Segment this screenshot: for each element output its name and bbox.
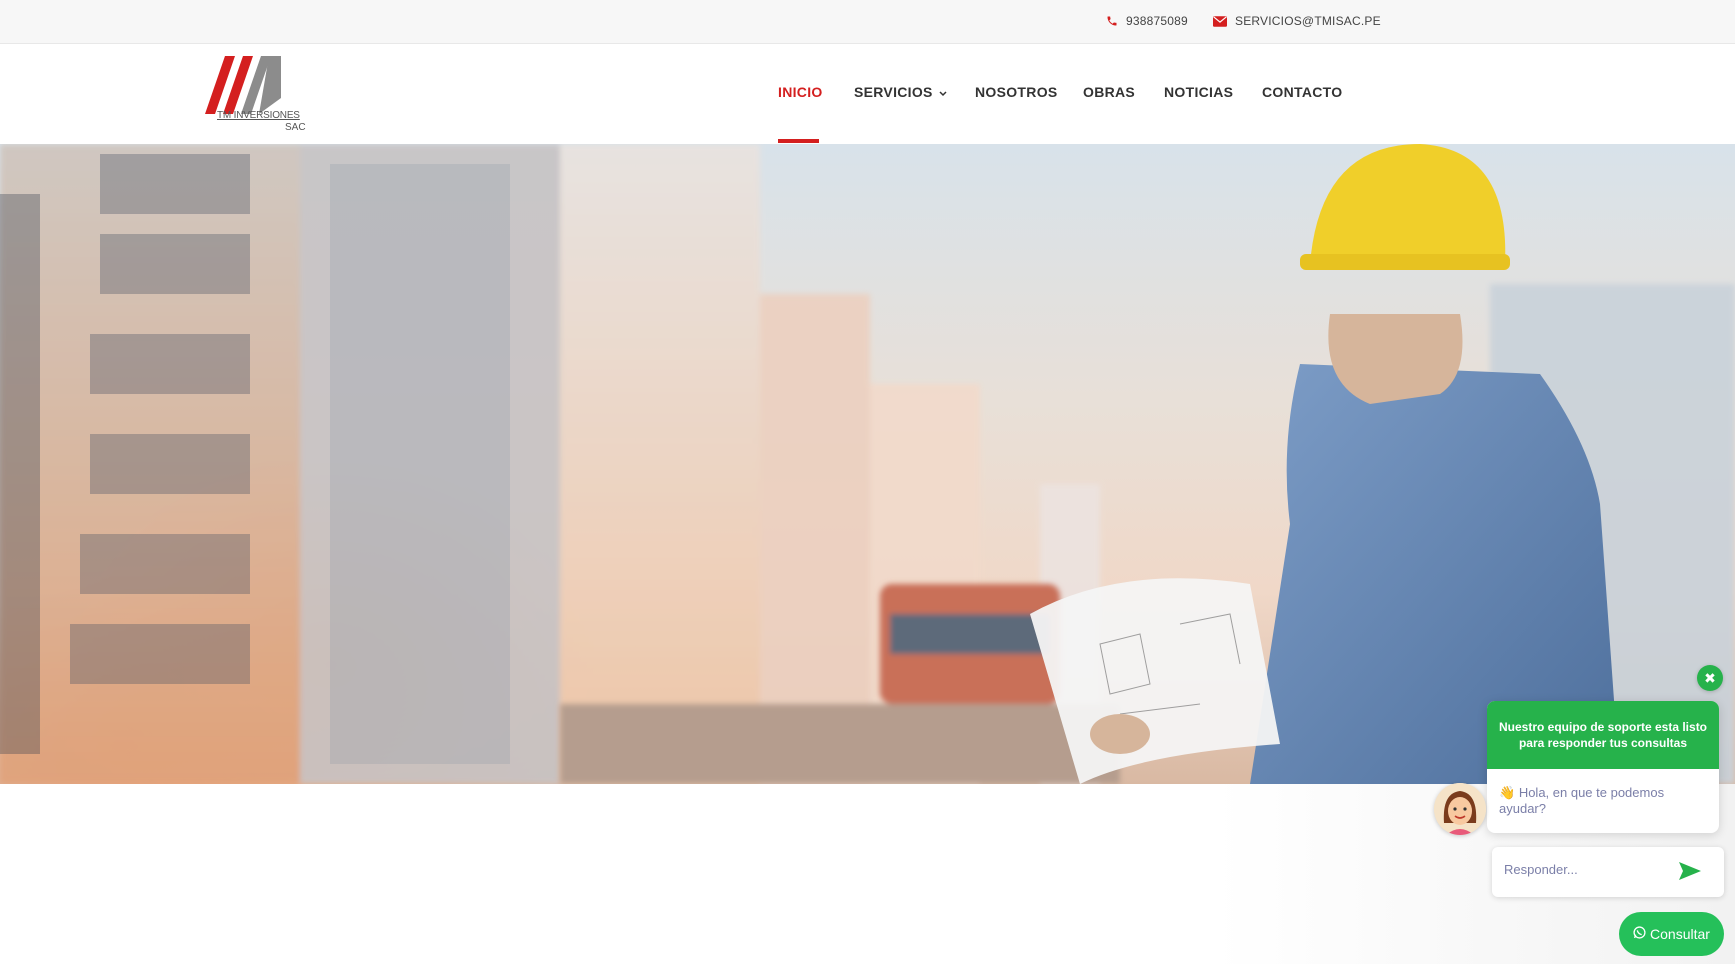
hero-banner — [0, 144, 1735, 784]
agent-avatar — [1434, 783, 1486, 835]
phone-number: 938875089 — [1126, 14, 1188, 28]
nav-label: SERVICIOS — [854, 84, 933, 100]
chat-message-text: Hola, en que te podemos ayudar? — [1499, 785, 1665, 816]
company-logo[interactable]: TM INVERSIONES SAC — [197, 52, 307, 136]
hero-illustration — [0, 144, 1735, 784]
chat-message: 👋 Hola, en que te podemos ayudar? — [1487, 769, 1719, 817]
whatsapp-icon — [1633, 926, 1646, 942]
nav-noticias[interactable]: NOTICIAS — [1164, 84, 1233, 100]
nav-label: NOSOTROS — [975, 84, 1058, 100]
phone-icon — [1106, 15, 1118, 27]
close-icon[interactable]: ✖ — [1697, 665, 1723, 691]
active-nav-indicator — [778, 139, 819, 143]
nav-contacto[interactable]: CONTACTO — [1262, 84, 1342, 100]
chat-header: Nuestro equipo de soporte esta listo par… — [1487, 701, 1719, 769]
waving-hand-icon: 👋 — [1499, 785, 1516, 800]
reply-box — [1492, 847, 1724, 897]
nav-obras[interactable]: OBRAS — [1083, 84, 1135, 100]
consult-button[interactable]: Consultar — [1619, 912, 1724, 956]
nav-label: INICIO — [778, 84, 823, 100]
nav-nosotros[interactable]: NOSOTROS — [975, 84, 1058, 100]
logo-text-suffix: SAC — [285, 122, 306, 133]
top-bar: 938875089 SERVICIOS@TMISAC.PE — [0, 0, 1735, 44]
email-address: SERVICIOS@TMISAC.PE — [1235, 14, 1381, 28]
send-icon[interactable] — [1678, 861, 1704, 883]
consult-label: Consultar — [1650, 926, 1710, 942]
nav-label: CONTACTO — [1262, 84, 1343, 100]
nav-servicios[interactable]: SERVICIOS — [854, 84, 947, 100]
site-header: TM INVERSIONES SAC INICIO SERVICIOS NOSO… — [0, 44, 1735, 144]
reply-input[interactable] — [1504, 862, 1664, 877]
topbar-email[interactable]: SERVICIOS@TMISAC.PE — [1213, 14, 1381, 28]
nav-inicio[interactable]: INICIO — [778, 84, 823, 100]
chat-popup: Nuestro equipo de soporte esta listo par… — [1487, 701, 1719, 833]
envelope-icon — [1213, 15, 1227, 27]
nav-label: NOTICIAS — [1164, 84, 1234, 100]
topbar-phone[interactable]: 938875089 — [1106, 14, 1188, 28]
logo-text-name: TM INVERSIONES — [217, 110, 300, 121]
nav-label: OBRAS — [1083, 84, 1136, 100]
chevron-down-icon — [939, 84, 947, 100]
